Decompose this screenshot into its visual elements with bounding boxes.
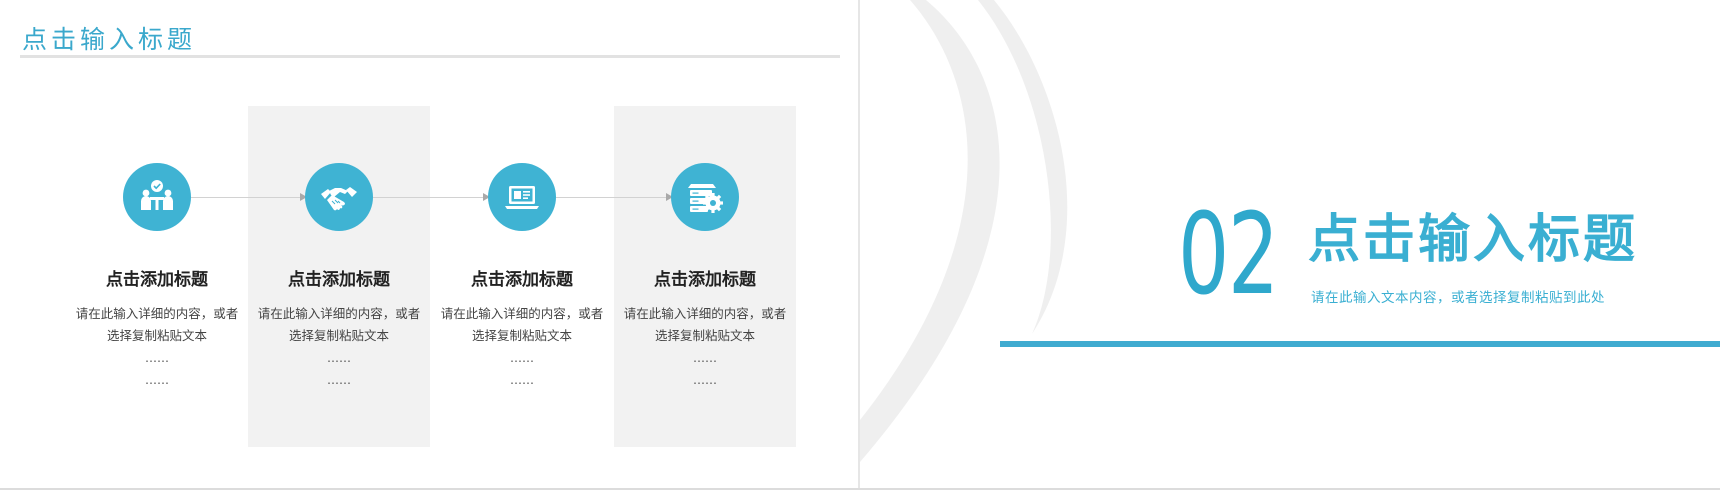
- step-2: 点击添加标题 请在此输入详细的内容，或者 选择复制粘贴文本 …… ……: [248, 160, 430, 391]
- step-description-line: 请在此输入详细的内容，或者: [623, 306, 787, 321]
- step-description[interactable]: 请在此输入详细的内容，或者 选择复制粘贴文本 …… ……: [248, 303, 430, 391]
- step-description-line: 选择复制粘贴文本: [288, 328, 389, 343]
- team-checkmark-icon: [123, 163, 191, 231]
- step-description-line: 请在此输入详细的内容，或者: [257, 306, 421, 321]
- step-description-line: 选择复制粘贴文本: [471, 328, 572, 343]
- server-gear-icon: [671, 163, 739, 231]
- step-ellipsis: ……: [510, 351, 534, 365]
- step-title[interactable]: 点击添加标题: [66, 269, 248, 291]
- step-ellipsis: ……: [327, 373, 351, 387]
- handshake-icon: [305, 163, 373, 231]
- step-title[interactable]: 点击添加标题: [614, 269, 796, 291]
- step-3: 点击添加标题 请在此输入详细的内容，或者 选择复制粘贴文本 …… ……: [431, 160, 613, 391]
- step-description[interactable]: 请在此输入详细的内容，或者 选择复制粘贴文本 …… ……: [614, 303, 796, 391]
- step-description-line: 请在此输入详细的内容，或者: [75, 306, 239, 321]
- step-ellipsis: ……: [145, 351, 169, 365]
- step-ellipsis: ……: [327, 351, 351, 365]
- title-underline: [20, 55, 840, 58]
- step-ellipsis: ……: [693, 373, 717, 387]
- step-ellipsis: ……: [510, 373, 534, 387]
- slide-title[interactable]: 点击输入标题: [22, 20, 196, 56]
- laptop-icon: [488, 163, 556, 231]
- section-number[interactable]: 02: [1178, 195, 1279, 315]
- step-description[interactable]: 请在此输入详细的内容，或者 选择复制粘贴文本 …… ……: [431, 303, 613, 391]
- step-description[interactable]: 请在此输入详细的内容，或者 选择复制粘贴文本 …… ……: [66, 303, 248, 391]
- slide-right: 02 点击输入标题 请在此输入文本内容，或者选择复制粘贴到此处: [860, 0, 1720, 490]
- section-title[interactable]: 点击输入标题: [1308, 208, 1638, 272]
- step-description-line: 选择复制粘贴文本: [654, 328, 755, 343]
- step-ellipsis: ……: [145, 373, 169, 387]
- step-description-line: 请在此输入详细的内容，或者: [440, 306, 604, 321]
- accent-bar: [1000, 341, 1720, 347]
- step-title[interactable]: 点击添加标题: [248, 269, 430, 291]
- step-description-line: 选择复制粘贴文本: [106, 328, 207, 343]
- step-ellipsis: ……: [693, 351, 717, 365]
- step-4: 点击添加标题 请在此输入详细的内容，或者 选择复制粘贴文本 …… ……: [614, 160, 796, 391]
- slide-left: 点击输入标题 点击添加标题 请在此输入详细的内容，或者 选择复制粘贴文本 ……: [0, 0, 858, 490]
- section-subtitle[interactable]: 请在此输入文本内容，或者选择复制粘贴到此处: [1311, 286, 1605, 306]
- step-title[interactable]: 点击添加标题: [431, 269, 613, 291]
- step-1: 点击添加标题 请在此输入详细的内容，或者 选择复制粘贴文本 …… ……: [66, 160, 248, 391]
